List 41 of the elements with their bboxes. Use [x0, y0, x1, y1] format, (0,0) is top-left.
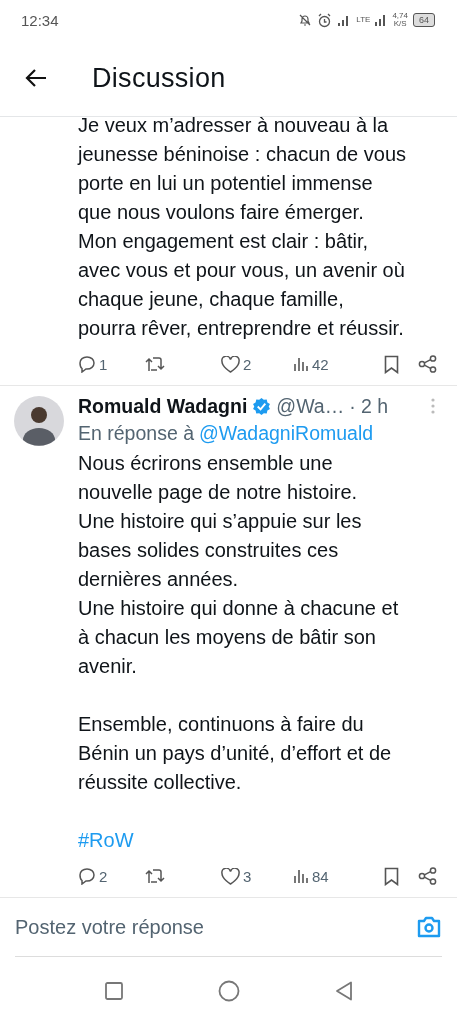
post-time: · 2 h	[349, 394, 389, 418]
signal-icon	[375, 14, 388, 26]
network-label: LTE	[356, 16, 371, 24]
bookmark-icon[interactable]	[384, 354, 399, 374]
page-title: Discussion	[92, 62, 226, 94]
views-icon[interactable]	[293, 356, 309, 372]
view-count: 84	[312, 867, 329, 885]
repost-icon[interactable]	[144, 355, 166, 373]
view-count: 42	[312, 355, 329, 373]
back-arrow-icon[interactable]	[24, 68, 48, 88]
user-handle[interactable]: @Wa…	[276, 394, 345, 418]
share-icon[interactable]	[418, 867, 437, 885]
avatar[interactable]	[14, 396, 64, 446]
reply-icon[interactable]	[78, 355, 96, 373]
back-icon[interactable]	[334, 981, 353, 1001]
heart-icon[interactable]	[221, 355, 240, 373]
post-text: Je veux m’adresser à nouveau à la jeunesse béninoise : chacun de vous porte en lui un potentiel immense que nous voulons faire émerger. Mon engagement est clair : bâtir, avec vous et pour vous, un avenir où chaque jeune, chaque famille, pourra rêver, entreprendre et réussir.	[78, 113, 407, 341]
heart-icon[interactable]	[221, 867, 240, 885]
reply-input[interactable]: Postez votre réponse	[15, 915, 416, 939]
home-icon[interactable]	[217, 980, 240, 1002]
camera-icon[interactable]	[416, 915, 442, 939]
like-count: 3	[243, 867, 252, 885]
share-icon[interactable]	[418, 355, 437, 373]
reply-icon[interactable]	[78, 867, 96, 885]
bookmark-icon[interactable]	[384, 866, 399, 886]
alarm-icon	[317, 12, 333, 28]
clock-time: 12:34	[21, 11, 59, 29]
battery-level: 64	[413, 13, 435, 27]
speed-unit: K/S	[393, 20, 407, 28]
author-name[interactable]: Romuald Wadagni	[78, 394, 248, 418]
reply-count: 1	[99, 355, 108, 373]
speed-value: 4,74	[392, 12, 408, 20]
bell-off-icon	[298, 13, 313, 27]
like-count: 2	[243, 355, 252, 373]
post-text: Nous écrirons ensemble une nouvelle page de notre histoire. Une histoire qui s’appuie sur les bases solides construites ces dernières années. Une histoire qui donne à chacune et à chacun les moyens de bâtir son avenir.	[78, 451, 400, 679]
views-icon[interactable]	[293, 868, 309, 884]
repost-icon[interactable]	[144, 867, 166, 885]
post-text: Ensemble, continuons à faire du Bénin un pays d’unité, d’effort et de réussite collective.	[78, 712, 393, 795]
reply-count: 2	[99, 867, 108, 885]
reply-prefix: En réponse à	[78, 422, 194, 445]
recent-apps-icon[interactable]	[104, 982, 123, 1000]
